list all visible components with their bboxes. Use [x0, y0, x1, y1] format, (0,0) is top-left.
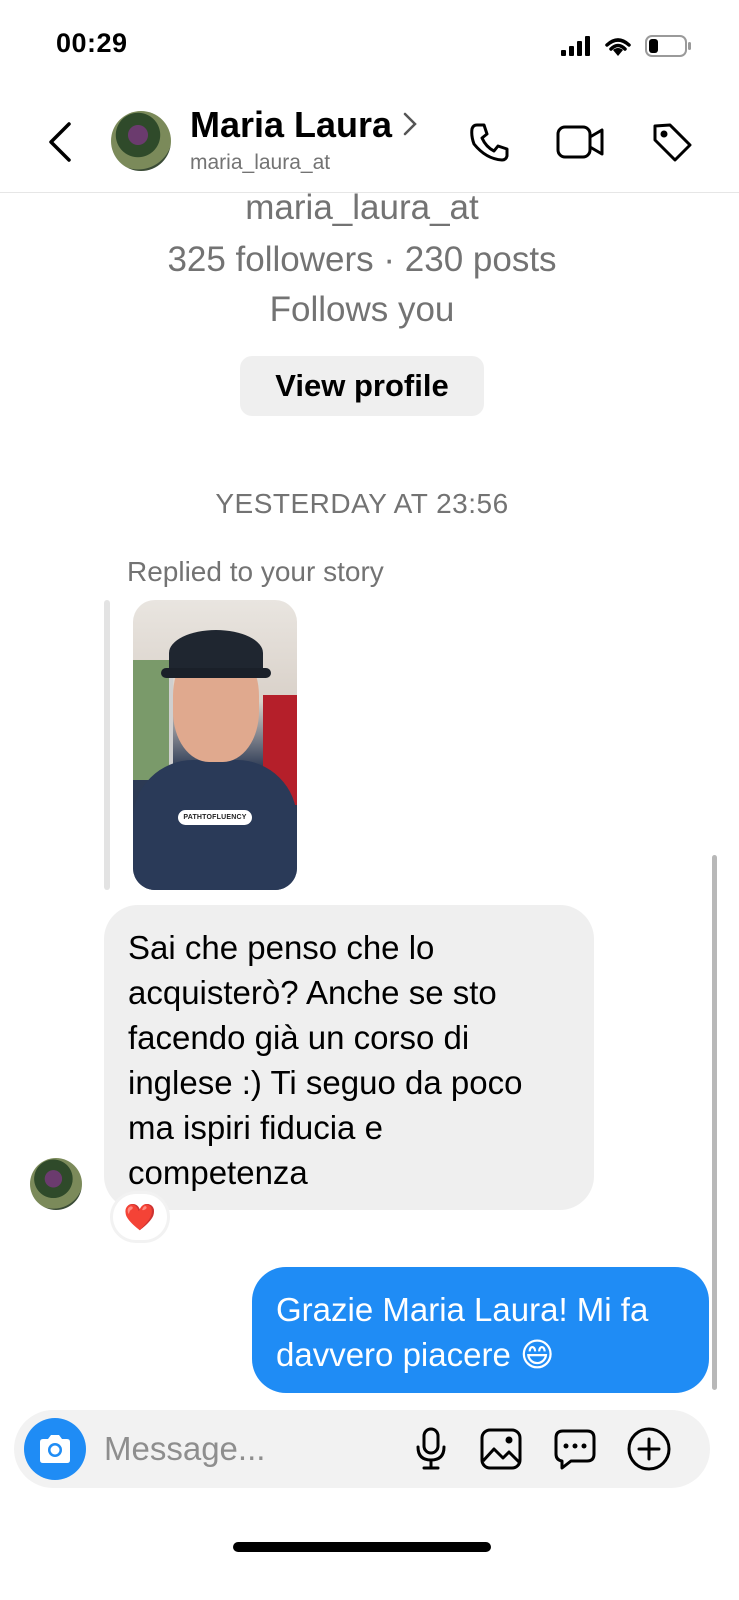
phone-icon	[470, 123, 509, 162]
gallery-icon	[480, 1428, 522, 1470]
reply-indicator-bar	[104, 600, 110, 890]
scrollbar[interactable]	[712, 855, 717, 1390]
replied-to-story-label: Replied to your story	[127, 556, 384, 587]
battery-icon	[645, 35, 691, 57]
video-camera-icon	[556, 125, 604, 159]
profile-handle: maria_laura_at	[245, 188, 479, 227]
sticker-chat-icon	[554, 1429, 596, 1470]
chevron-right-icon[interactable]	[402, 111, 418, 142]
back-icon	[49, 122, 71, 162]
received-message-bubble[interactable]: Sai che penso che lo acquisterò? Anche s…	[104, 905, 594, 1210]
sticker-button[interactable]	[550, 1422, 600, 1476]
status-icons	[561, 34, 693, 58]
message-input[interactable]	[104, 1426, 394, 1472]
tag-icon	[653, 123, 692, 162]
status-time: 00:29	[56, 28, 128, 58]
contact-avatar[interactable]	[111, 111, 171, 171]
contact-name[interactable]: Maria Laura	[190, 104, 392, 146]
sent-message-bubble[interactable]: Grazie Maria Laura! Mi fa davvero piacer…	[252, 1267, 709, 1393]
wifi-icon	[605, 38, 631, 56]
more-options-button[interactable]	[624, 1422, 674, 1476]
audio-call-button[interactable]	[464, 116, 516, 168]
sender-avatar[interactable]	[30, 1158, 82, 1210]
label-button[interactable]	[646, 116, 698, 168]
microphone-icon	[416, 1427, 446, 1470]
video-call-button[interactable]	[554, 116, 606, 168]
heart-reaction[interactable]: ❤️	[113, 1194, 167, 1240]
message-timestamp: YESTERDAY AT 23:56	[215, 488, 509, 519]
story-link-sticker: PATHTOFLUENCY	[178, 810, 252, 825]
story-thumbnail[interactable]: PATHTOFLUENCY	[133, 600, 297, 890]
follows-you-label: Follows you	[269, 290, 455, 329]
add-icon	[627, 1427, 671, 1471]
home-indicator[interactable]	[233, 1542, 491, 1552]
contact-handle[interactable]: maria_laura_at	[190, 151, 330, 175]
back-button[interactable]	[40, 118, 80, 166]
profile-stats: 325 followers · 230 posts	[167, 240, 557, 279]
camera-button[interactable]	[24, 1418, 86, 1480]
cellular-signal-icon	[561, 36, 590, 56]
voice-message-button[interactable]	[406, 1422, 456, 1476]
gallery-button[interactable]	[476, 1422, 526, 1476]
view-profile-button[interactable]: View profile	[240, 356, 484, 416]
camera-icon	[40, 1435, 70, 1463]
